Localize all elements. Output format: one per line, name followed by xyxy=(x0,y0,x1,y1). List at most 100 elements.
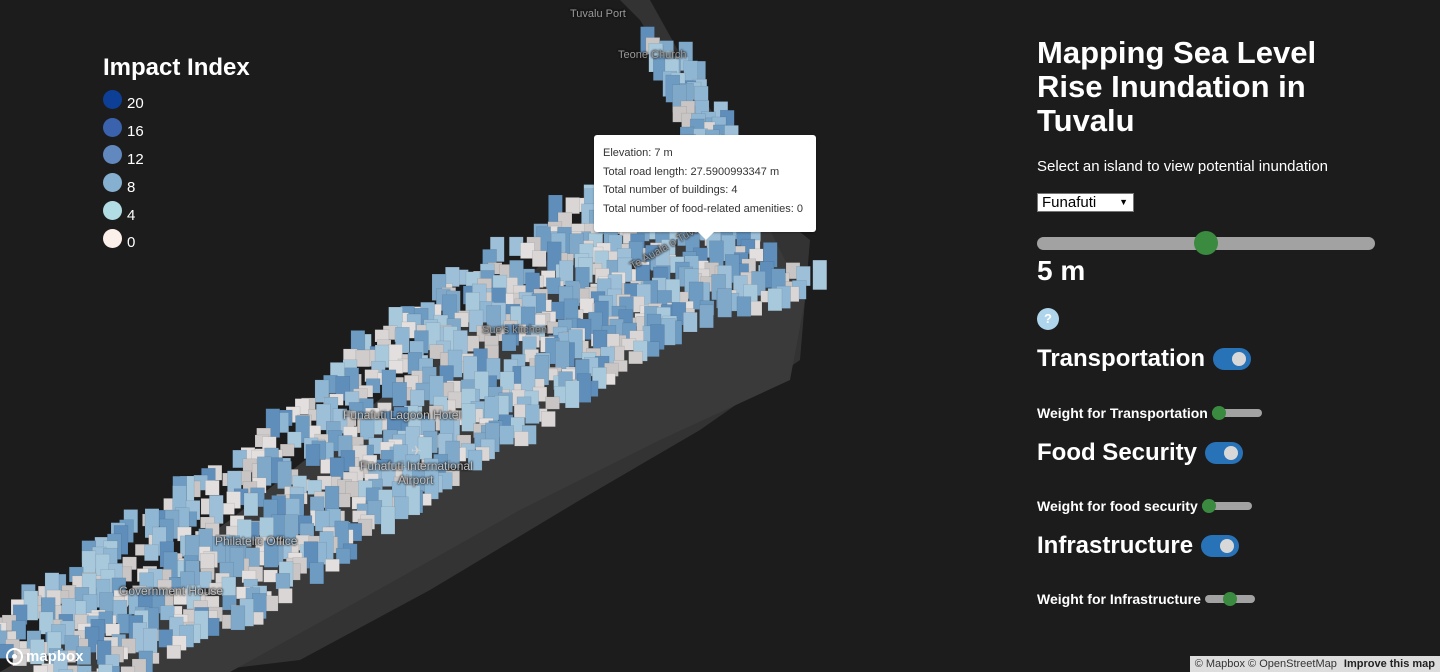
hex-block[interactable] xyxy=(355,349,371,368)
weight-food-security-label: Weight for food security xyxy=(1037,498,1198,514)
hex-block[interactable] xyxy=(77,665,92,672)
hex-block[interactable] xyxy=(555,340,570,371)
legend-label: 16 xyxy=(127,123,144,141)
hex-block[interactable] xyxy=(628,350,643,365)
weight-infrastructure-slider[interactable] xyxy=(1204,592,1255,606)
transportation-toggle[interactable] xyxy=(1213,348,1252,370)
island-select[interactable]: Funafuti ▼ xyxy=(1037,193,1134,212)
legend-item: 20 xyxy=(103,89,250,118)
legend-label: 12 xyxy=(127,150,144,168)
control-panel: Mapping Sea Level Rise Inundation in Tuv… xyxy=(1037,35,1397,607)
hex-block[interactable] xyxy=(98,664,113,672)
map-label-government-house: Government House xyxy=(119,584,224,598)
legend-label: 4 xyxy=(127,206,136,224)
hex-block[interactable] xyxy=(541,411,556,427)
layer-infrastructure: Infrastructure xyxy=(1037,532,1240,560)
hex-block[interactable] xyxy=(325,558,340,572)
slider-thumb[interactable] xyxy=(1201,499,1216,513)
popup-elevation: Elevation: 7 m xyxy=(603,147,673,159)
hex-block[interactable] xyxy=(736,296,752,317)
hex-block[interactable] xyxy=(380,506,396,535)
food-security-toggle[interactable] xyxy=(1205,442,1244,464)
map-label-lagoon-hotel: Funafuti Lagoon Hotel xyxy=(343,408,462,422)
hex-block[interactable] xyxy=(230,605,246,631)
hex-block[interactable] xyxy=(144,544,159,561)
map-attribution: © Mapbox © OpenStreetMap Improve this ma… xyxy=(1189,656,1440,672)
legend-swatch xyxy=(103,201,122,221)
hex-block[interactable] xyxy=(305,444,321,467)
hex-block[interactable] xyxy=(392,382,407,407)
hex-block[interactable] xyxy=(410,389,425,407)
map-label-kitchen: Sue's kitchen xyxy=(482,324,548,336)
map-label-post-office: Philatelic Office xyxy=(215,534,298,548)
weight-food-security-slider[interactable] xyxy=(1201,499,1252,513)
infrastructure-toggle[interactable] xyxy=(1201,535,1240,557)
hex-block[interactable] xyxy=(499,425,514,445)
hex-block[interactable] xyxy=(205,480,220,496)
toggle-knob xyxy=(1232,352,1247,366)
hex-block[interactable] xyxy=(142,628,158,655)
weight-transportation-label: Weight for Transportation xyxy=(1037,405,1208,421)
hex-block[interactable] xyxy=(394,496,409,520)
layer-transportation: Transportation xyxy=(1037,345,1252,373)
hex-block[interactable] xyxy=(545,396,560,410)
hex-block[interactable] xyxy=(546,277,561,295)
hex-block[interactable] xyxy=(243,492,259,517)
hex-block[interactable] xyxy=(277,460,292,489)
hex-block[interactable] xyxy=(767,288,783,312)
hex-block[interactable] xyxy=(38,611,54,635)
hex-block[interactable] xyxy=(221,576,237,597)
hex-block[interactable] xyxy=(525,404,540,424)
legend-items: 20 16 12 8 4 0 xyxy=(103,89,250,257)
map-label-teone-church: Teone Church xyxy=(618,49,687,61)
legend-item: 12 xyxy=(103,145,250,174)
hex-block[interactable] xyxy=(309,562,324,585)
hex-block[interactable] xyxy=(501,333,517,352)
hex-block[interactable] xyxy=(166,644,182,660)
weight-infrastructure-row: Weight for Infrastructure xyxy=(1037,591,1255,607)
mapbox-logo[interactable]: mapbox xyxy=(6,648,84,665)
weight-infrastructure-label: Weight for Infrastructure xyxy=(1037,591,1201,607)
hex-info-popup: Elevation: 7 m Total road length: 27.590… xyxy=(594,135,816,240)
legend-title: Impact Index xyxy=(103,54,250,81)
attribution-text[interactable]: © Mapbox © OpenStreetMap xyxy=(1195,658,1337,670)
hex-block[interactable] xyxy=(263,569,278,583)
hex-block[interactable] xyxy=(565,197,580,214)
improve-map-link[interactable]: Improve this map xyxy=(1344,658,1435,670)
hex-block[interactable] xyxy=(717,288,732,318)
hex-block[interactable] xyxy=(388,344,403,362)
hex-block[interactable] xyxy=(199,553,215,570)
hex-block[interactable] xyxy=(329,457,345,480)
map-label-airport-line1: Funafuti International xyxy=(360,459,473,473)
sea-level-slider[interactable] xyxy=(1037,231,1375,255)
sea-level-slider-thumb[interactable] xyxy=(1194,231,1218,255)
hex-block[interactable] xyxy=(683,312,698,333)
page-title: Mapping Sea Level Rise Inundation in Tuv… xyxy=(1037,35,1317,138)
hex-block[interactable] xyxy=(514,431,529,447)
legend-swatch xyxy=(103,228,122,248)
hex-block[interactable] xyxy=(120,666,136,672)
impact-legend: Impact Index 20 16 12 8 4 0 xyxy=(103,54,250,257)
hex-block[interactable] xyxy=(33,665,48,672)
legend-swatch xyxy=(103,173,122,193)
layer-infrastructure-label: Infrastructure xyxy=(1037,532,1194,559)
hex-block[interactable] xyxy=(81,550,97,576)
hex-block[interactable] xyxy=(699,304,714,329)
slider-thumb[interactable] xyxy=(1211,406,1226,420)
hex-block[interactable] xyxy=(275,573,291,590)
hex-block[interactable] xyxy=(158,629,173,648)
app-root: Tuvalu Port Teone Church Te Auala o Tuva… xyxy=(0,0,1440,672)
slider-thumb[interactable] xyxy=(1222,592,1237,606)
weight-transportation-slider[interactable] xyxy=(1211,406,1262,420)
hex-block[interactable] xyxy=(531,250,547,267)
weight-transportation-row: Weight for Transportation xyxy=(1037,405,1262,421)
hex-block[interactable] xyxy=(278,588,293,604)
legend-label: 0 xyxy=(127,234,136,252)
popup-tip xyxy=(698,232,714,240)
help-icon[interactable]: ? xyxy=(1037,308,1059,330)
legend-item: 8 xyxy=(103,173,250,201)
hex-block[interactable] xyxy=(565,380,580,409)
hex-block[interactable] xyxy=(812,259,828,290)
map-label-airport-line2: Airport xyxy=(398,473,434,487)
hex-block[interactable] xyxy=(359,419,375,440)
